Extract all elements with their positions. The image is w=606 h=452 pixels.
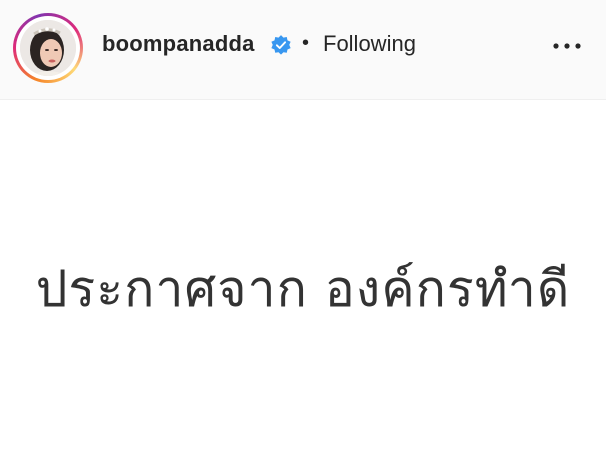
username[interactable]: boompanadda [102,31,255,57]
following-button[interactable]: Following [323,31,416,57]
post-image: ประกาศจาก องค์กรทำดี [0,100,606,452]
story-ring[interactable] [13,13,83,83]
post-announcement-text: ประกาศจาก องค์กรทำดี [35,260,571,318]
avatar-frame [16,16,80,80]
avatar-image [20,20,76,76]
separator-dot: • [302,32,310,54]
verified-badge-icon [271,35,291,55]
more-options-icon[interactable] [552,36,582,56]
avatar[interactable] [20,20,76,76]
post-header: boompanadda • Following [0,0,606,100]
